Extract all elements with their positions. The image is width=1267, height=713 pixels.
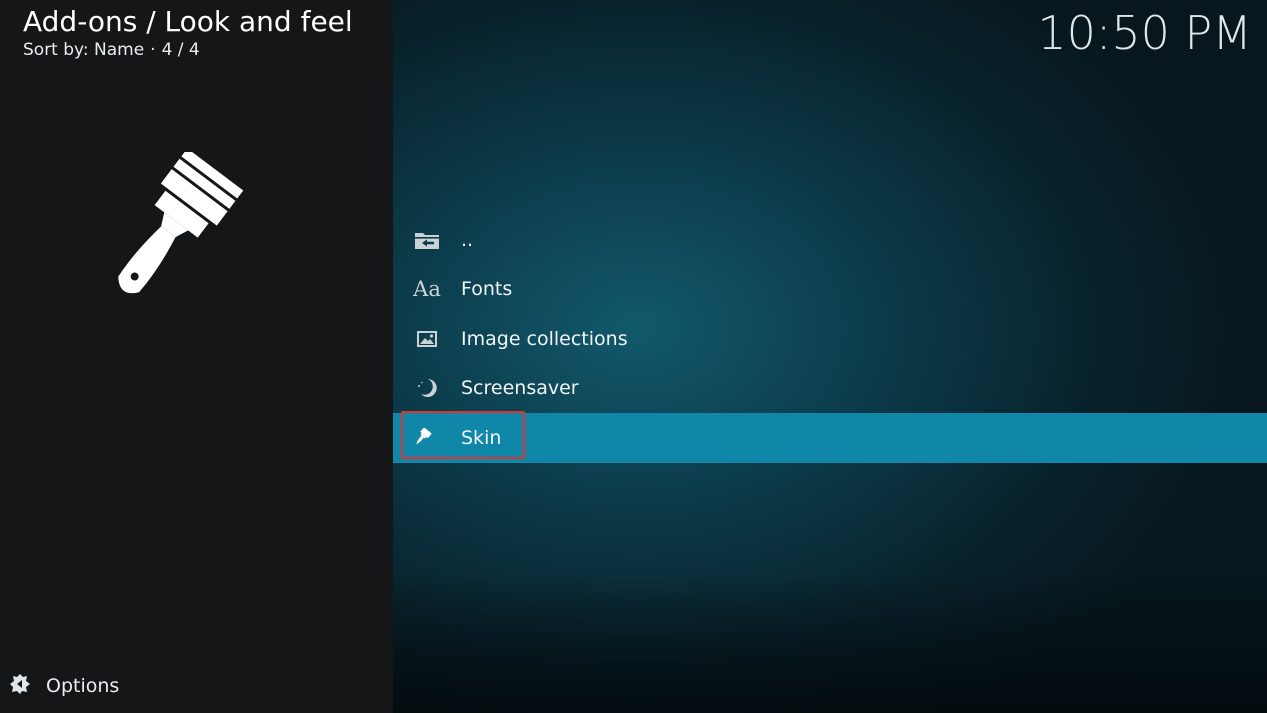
list-item-label: Image collections bbox=[461, 327, 628, 350]
list-item-label: .. bbox=[461, 228, 474, 251]
paintbrush-icon bbox=[112, 148, 287, 307]
sort-info: Sort by: Name · 4 / 4 bbox=[23, 40, 353, 60]
left-info-panel bbox=[0, 0, 393, 713]
kodi-screen: Add-ons / Look and feel Sort by: Name · 4 … bbox=[0, 0, 1267, 713]
clock: 10:50 PM bbox=[1037, 6, 1252, 60]
font-aa-glyph: Aa bbox=[413, 277, 441, 302]
font-aa-icon: Aa bbox=[393, 277, 461, 301]
options-button[interactable]: Options bbox=[8, 672, 119, 700]
separator-dot: · bbox=[150, 40, 156, 60]
header: Add-ons / Look and feel Sort by: Name · 4 … bbox=[23, 4, 353, 60]
image-icon bbox=[393, 330, 461, 347]
list-item-parent-folder[interactable]: .. bbox=[393, 215, 1267, 265]
list-item-screensaver[interactable]: Screensaver bbox=[393, 364, 1267, 414]
list-item-fonts[interactable]: Aa Fonts bbox=[393, 265, 1267, 315]
list-item-label: Fonts bbox=[461, 278, 513, 301]
item-count: 4 / 4 bbox=[161, 40, 200, 60]
list-item-label: Screensaver bbox=[461, 377, 579, 400]
list-item-image-collections[interactable]: Image collections bbox=[393, 314, 1267, 364]
selection-highlight-box bbox=[401, 411, 525, 459]
folder-back-icon bbox=[393, 230, 461, 250]
options-label: Options bbox=[46, 675, 120, 697]
sort-label: Sort by: Name bbox=[23, 40, 145, 60]
options-gear-icon bbox=[8, 672, 32, 700]
moon-icon bbox=[393, 377, 461, 399]
page-title: Add-ons / Look and feel bbox=[23, 5, 353, 38]
